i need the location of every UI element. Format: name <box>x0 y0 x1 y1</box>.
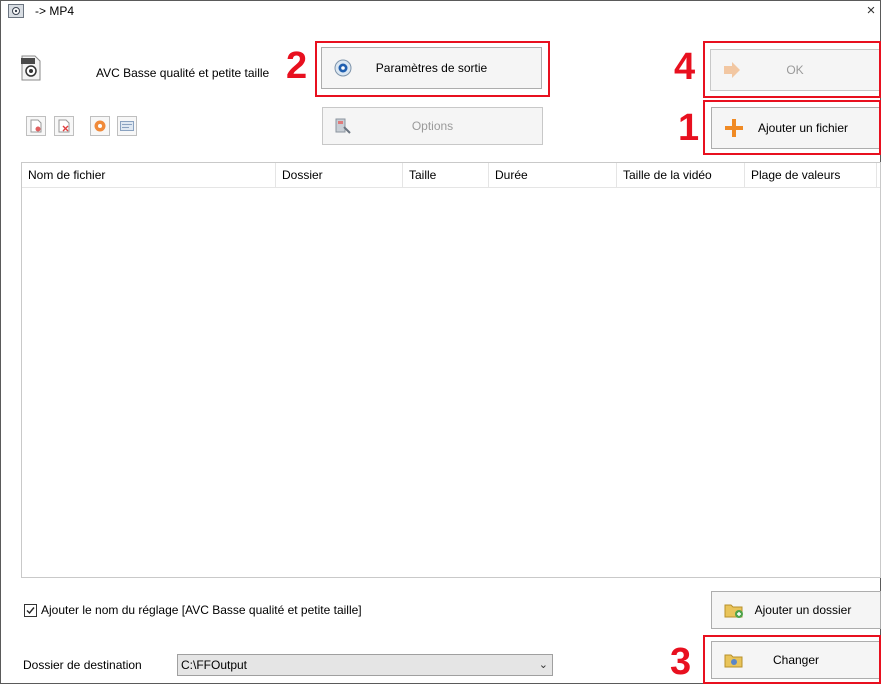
ok-label: OK <box>786 63 804 77</box>
destination-folder-select[interactable]: C:\FFOutput ⌄ <box>177 654 553 676</box>
media-info-button[interactable] <box>117 116 137 136</box>
remove-file-button[interactable] <box>54 116 74 136</box>
add-preset-name-label[interactable]: Ajouter le nom du réglage [AVC Basse qua… <box>41 603 362 617</box>
change-label: Changer <box>772 653 820 667</box>
column-header-size[interactable]: Taille <box>403 163 489 187</box>
destination-folder-value: C:\FFOutput <box>181 658 248 672</box>
output-parameters-label: Paramètres de sortie <box>375 61 488 75</box>
step-number-1: 1 <box>678 107 700 149</box>
column-header-video-size[interactable]: Taille de la vidéo <box>617 163 745 187</box>
add-folder-button[interactable]: Ajouter un dossier <box>711 591 881 629</box>
new-document-icon <box>30 119 42 133</box>
checkmark-icon <box>26 607 35 615</box>
column-header-value-range[interactable]: Plage de valeurs <box>745 163 877 187</box>
close-icon[interactable]: × <box>862 1 880 21</box>
column-header-folder[interactable]: Dossier <box>276 163 403 187</box>
play-button[interactable] <box>90 116 110 136</box>
change-button[interactable]: Changer <box>711 641 881 679</box>
column-header-duration[interactable]: Durée <box>489 163 617 187</box>
options-label: Options <box>411 119 454 133</box>
add-file-label: Ajouter un fichier <box>757 121 849 135</box>
file-list-table[interactable]: Nom de fichier Dossier Taille Durée Tail… <box>21 162 881 578</box>
play-circle-icon <box>94 120 106 132</box>
column-header-filename[interactable]: Nom de fichier <box>22 163 276 187</box>
mp4-file-icon <box>21 55 41 81</box>
delete-document-icon <box>58 119 70 133</box>
destination-label: Dossier de destination <box>23 658 142 672</box>
add-preset-name-checkbox[interactable] <box>24 604 37 617</box>
new-file-button[interactable] <box>26 116 46 136</box>
arrow-right-icon <box>724 62 740 78</box>
info-panel-icon <box>120 121 134 131</box>
step-number-3: 3 <box>670 641 692 683</box>
app-icon <box>8 4 24 18</box>
film-settings-icon <box>335 118 351 134</box>
folder-icon <box>724 654 743 668</box>
ok-button[interactable]: OK <box>710 49 880 91</box>
step-number-2: 2 <box>286 45 308 87</box>
add-file-button[interactable]: Ajouter un fichier <box>711 107 881 149</box>
title-bar <box>1 1 880 23</box>
chevron-down-icon: ⌄ <box>538 659 548 671</box>
add-folder-label: Ajouter un dossier <box>754 603 852 617</box>
preset-label: AVC Basse qualité et petite taille <box>96 66 270 80</box>
table-header: Nom de fichier Dossier Taille Durée Tail… <box>22 163 880 188</box>
window-title: -> MP4 <box>35 4 75 18</box>
step-number-4: 4 <box>674 46 696 88</box>
gear-icon <box>334 59 352 77</box>
output-parameters-button[interactable]: Paramètres de sortie <box>321 47 542 89</box>
options-button[interactable]: Options <box>322 107 543 145</box>
plus-icon <box>725 119 743 137</box>
add-folder-icon <box>724 604 743 618</box>
